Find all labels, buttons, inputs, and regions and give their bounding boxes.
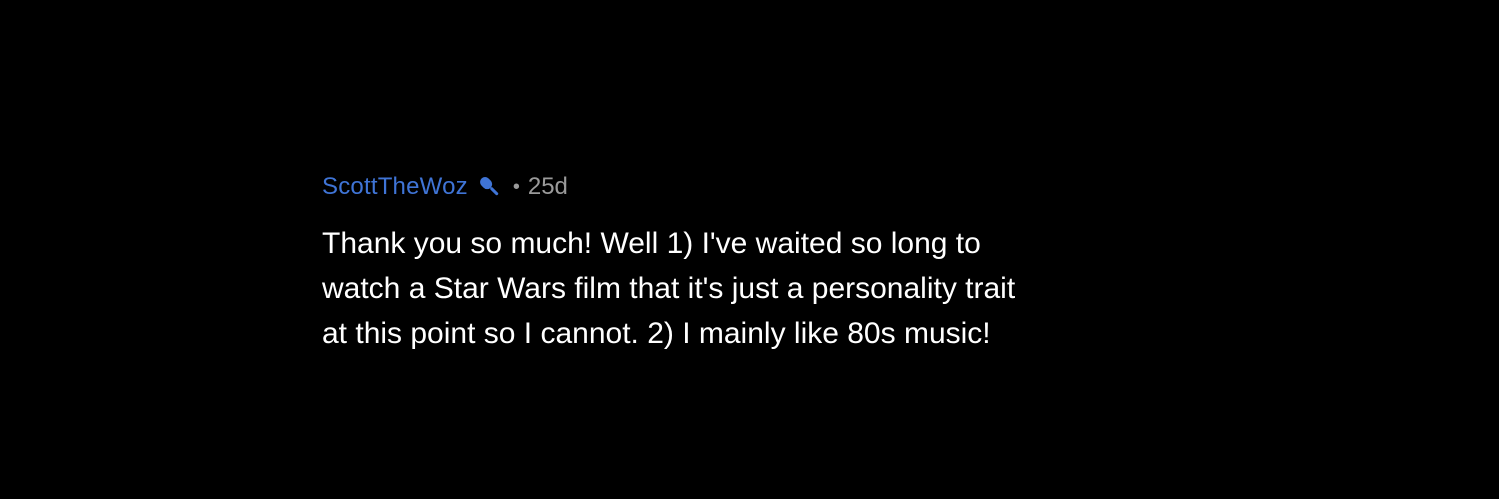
comment: ScottTheWoz • 25d Thank you so much! Wel…	[322, 170, 1222, 356]
comment-body: Thank you so much! Well 1) I've waited s…	[322, 221, 1222, 356]
microphone-icon	[475, 172, 507, 202]
comment-line: Thank you so much! Well 1) I've waited s…	[322, 227, 981, 260]
username-link[interactable]: ScottTheWoz	[322, 173, 468, 201]
comment-line: at this point so I cannot. 2) I mainly l…	[322, 317, 991, 350]
meta-separator: •	[512, 175, 520, 198]
comment-meta: ScottTheWoz • 25d	[322, 170, 1222, 204]
comment-age: 25d	[527, 173, 568, 200]
comment-line: watch a Star Wars film that it's just a …	[322, 272, 1016, 305]
